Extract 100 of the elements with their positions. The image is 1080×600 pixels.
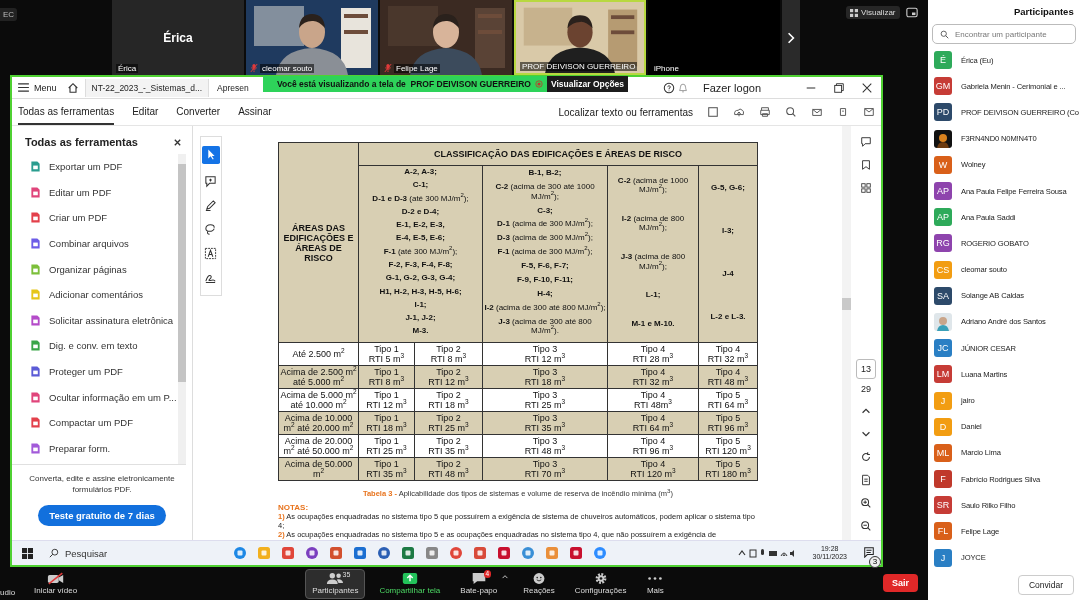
table-cell: Tipo 3 RTI 25 m$^{3}$: [482, 388, 608, 412]
share-screen-icon: [400, 572, 419, 585]
app-icon[interactable]: [305, 546, 319, 560]
app-icon[interactable]: [329, 546, 343, 560]
email-icon[interactable]: [811, 106, 823, 118]
avatar: É: [934, 51, 952, 70]
bookmark-icon[interactable]: [860, 159, 872, 171]
tool-item[interactable]: Compactar um PDF: [30, 409, 178, 436]
share-button[interactable]: Compartilhar tela: [373, 568, 447, 599]
tool-item[interactable]: Adicionar comentários: [30, 281, 178, 308]
comment-icon[interactable]: [860, 136, 872, 148]
table-cell: Tipo 3 RTI 48 m$^{3}$: [482, 434, 608, 458]
table-cell: Tipo 5 RTI 64 m$^{3}$: [698, 388, 758, 412]
tool-tab[interactable]: Assinar: [238, 99, 272, 125]
app-icon[interactable]: [425, 546, 439, 560]
avatar: SR: [934, 496, 952, 515]
table-cell: Tipo 4 RTI 120 m$^{3}$: [607, 457, 699, 481]
printer-icon[interactable]: [759, 106, 771, 118]
text-box-icon[interactable]: [204, 247, 217, 260]
upload-icon[interactable]: [733, 106, 745, 118]
participant-search-field[interactable]: Encontrar um participante: [932, 24, 1076, 44]
search-link[interactable]: Localizar texto ou ferramentas: [558, 106, 693, 118]
page-count: 29: [861, 384, 871, 394]
table-cell: Tipo 1 RTI 12 m$^{3}$: [358, 388, 415, 412]
tool-item[interactable]: Dig. e conv. em texto: [30, 333, 178, 359]
tool-tab[interactable]: Editar: [132, 99, 159, 125]
home-icon[interactable]: [66, 81, 79, 94]
more-button[interactable]: Mais: [640, 568, 671, 599]
caret-icon[interactable]: [501, 573, 510, 580]
tool-item[interactable]: Combinar arquivos: [30, 230, 178, 257]
sign-in-button[interactable]: Fazer logon: [696, 80, 767, 95]
document-icon[interactable]: [860, 474, 872, 486]
search-icon[interactable]: [785, 106, 797, 118]
app-icon[interactable]: [593, 546, 607, 560]
video-off-button[interactable]: Iniciar vídeo: [28, 568, 84, 599]
app-icon[interactable]: [401, 546, 415, 560]
tool-item[interactable]: Editar um PDF: [30, 179, 178, 206]
table-cell: Tipo 5 RTI 96 m$^{3}$: [698, 411, 758, 435]
table-cell: A-2, A-3; C-1; D-1 e D-3 (até 300 MJ/m$^{2}$); D-2 e D-4; E-1, E-2, E-3, E-4, E-5, E-6; F-1 (até 300 MJ/m$^{2}$); F-2, F-3, F-4, F-8; G-1, G-2, G-3, G-4; H1, H-2, H-3, H-5, H-6; I-1; J-1, J-2; M-3.: [358, 165, 483, 343]
view-button[interactable]: Visualizar: [846, 6, 900, 19]
tool-item[interactable]: Preparar form.: [30, 435, 178, 462]
table-cell: Tipo 4 RTI 64 m$^{3}$: [607, 411, 699, 435]
tool-tab[interactable]: Converter: [176, 99, 221, 125]
invite-button[interactable]: Convidar: [1017, 574, 1074, 595]
scrollbar[interactable]: [178, 154, 186, 465]
avatar: CS: [934, 260, 952, 279]
lasso-icon[interactable]: [204, 223, 217, 236]
tool-item[interactable]: Ocultar informação em um P...: [30, 384, 178, 410]
trial-button[interactable]: Teste gratuito de 7 dias: [38, 505, 166, 526]
refresh-icon[interactable]: [860, 451, 872, 463]
tool-item[interactable]: Exportar um PDF: [30, 154, 178, 180]
table-cell: Tipo 5 RTI 120 m$^{3}$: [698, 434, 758, 458]
window-icon[interactable]: [905, 7, 918, 18]
pointer-icon[interactable]: [201, 146, 220, 164]
page-number-field[interactable]: 13: [856, 359, 876, 379]
app-icon[interactable]: [497, 546, 511, 560]
app-icon[interactable]: [233, 546, 247, 560]
restore-icon[interactable]: [833, 81, 845, 94]
participant-name: Érica: [163, 30, 193, 45]
scrollbar[interactable]: [842, 126, 851, 540]
app-icon[interactable]: [569, 546, 583, 560]
close-icon[interactable]: [173, 137, 182, 147]
document-tab[interactable]: NT-22_2023_-_Sistemas_d...: [84, 78, 210, 97]
document-tab[interactable]: Apresen: [211, 78, 255, 97]
app-icon[interactable]: [353, 546, 367, 560]
table-cell: Tipo 1 RTI 18 m$^{3}$: [358, 411, 415, 435]
mail-icon[interactable]: [863, 106, 875, 118]
app-icon[interactable]: [473, 546, 487, 560]
grid-icon[interactable]: [860, 182, 872, 194]
leave-button[interactable]: Sair: [883, 574, 918, 592]
promo-text: Converta, edite e assine eletronicamente formulários PDF.: [28, 474, 176, 495]
pen-icon[interactable]: [204, 199, 217, 212]
app-icon[interactable]: [449, 546, 463, 560]
help-icon[interactable]: [662, 81, 675, 94]
zoom-in-icon[interactable]: [860, 497, 872, 509]
avatar: FL: [934, 522, 952, 541]
avatar: SA: [934, 286, 952, 305]
table-cell: Tipo 3 RTI 12 m$^{3}$: [482, 342, 608, 366]
avatar: F: [934, 470, 952, 489]
settings-button[interactable]: Configurações: [568, 568, 633, 599]
app-icon[interactable]: [521, 546, 535, 560]
view-options-button[interactable]: Visualizar Opções: [547, 76, 629, 92]
reactions-button[interactable]: Reações: [517, 568, 561, 599]
windows-icon[interactable]: [22, 547, 33, 559]
table-cell: Tipo 4 RTI 96 m$^{3}$: [607, 434, 699, 458]
close-icon[interactable]: [861, 81, 873, 94]
tool-tab[interactable]: Todas as ferramentas: [18, 99, 115, 125]
save-icon[interactable]: [707, 106, 719, 118]
tool-item[interactable]: Proteger um PDF: [30, 358, 178, 385]
comment-icon[interactable]: [204, 175, 217, 188]
notification-icon[interactable]: [863, 546, 875, 558]
zoom-out-icon[interactable]: [860, 520, 872, 532]
tool-item[interactable]: Solicitar assinatura eletrônica: [30, 307, 178, 334]
menu-button[interactable]: Menu: [14, 80, 61, 95]
tool-item[interactable]: Criar um PDF: [30, 205, 178, 231]
app-icon[interactable]: [377, 546, 391, 560]
app-icon[interactable]: [281, 546, 295, 560]
taskbar-search-field[interactable]: Pesquisar: [41, 544, 219, 562]
tool-item[interactable]: Organizar páginas: [30, 256, 178, 282]
table-cell: Tipo 3 RTI 70 m$^{3}$: [482, 457, 608, 481]
